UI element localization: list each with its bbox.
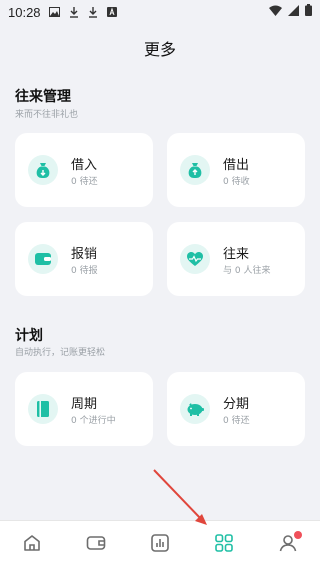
card-sub: 0 个进行中 (71, 416, 116, 426)
notification-badge (294, 530, 302, 539)
battery-icon (305, 4, 312, 20)
card-installment[interactable]: 分期 0 待还 (167, 372, 305, 446)
card-label: 分期 (223, 397, 250, 412)
card-label: 借入 (71, 158, 98, 173)
grid-icon (214, 533, 234, 557)
card-sub: 0 待报 (71, 266, 98, 276)
section-title-plan: 计划 (15, 328, 43, 344)
piggy-bank-icon (180, 394, 210, 424)
image-icon (49, 6, 61, 18)
card-sub: 0 待还 (223, 416, 250, 426)
card-label: 周期 (71, 397, 98, 412)
card-label: 借出 (223, 158, 250, 173)
home-icon (22, 533, 42, 557)
download-icon (87, 6, 99, 18)
tab-profile[interactable] (268, 525, 308, 565)
app-notification-icon (106, 6, 118, 18)
status-time: 10:28 (8, 4, 41, 20)
tab-more[interactable] (204, 525, 244, 565)
page-title: 更多 (143, 40, 176, 59)
tab-wallet[interactable] (76, 525, 116, 565)
heart-pulse-icon (180, 244, 210, 274)
download-icon (68, 6, 80, 18)
card-sub: 0 待还 (71, 177, 98, 187)
signal-icon (288, 4, 299, 20)
tab-home[interactable] (12, 525, 52, 565)
tab-stats[interactable] (140, 525, 180, 565)
money-bag-up-icon (180, 155, 210, 185)
bottom-tab-bar (0, 520, 320, 568)
wifi-icon (269, 5, 282, 20)
card-label: 报销 (71, 247, 98, 262)
section-title-contacts: 往来管理 (15, 89, 71, 105)
card-recurring[interactable]: 周期 0 个进行中 (15, 372, 153, 446)
card-sub: 0 待收 (223, 177, 250, 187)
money-bag-down-icon (28, 155, 58, 185)
status-bar: 10:28 (0, 0, 320, 24)
card-label: 往来 (223, 247, 250, 262)
section-subtitle-contacts: 来而不往非礼也 (15, 110, 79, 120)
card-borrow-in[interactable]: 借入 0 待还 (15, 133, 153, 207)
wallet-icon (86, 534, 106, 556)
card-reimburse[interactable]: 报销 0 待报 (15, 222, 153, 296)
card-sub: 与 0 人往来 (223, 266, 271, 276)
card-lend-out[interactable]: 借出 0 待收 (167, 133, 305, 207)
section-subtitle-plan: 自动执行，记账更轻松 (15, 348, 106, 358)
book-icon (28, 394, 58, 424)
wallet-icon (28, 244, 58, 274)
card-contacts[interactable]: 往来 与 0 人往来 (167, 222, 305, 296)
chart-icon (150, 533, 170, 557)
